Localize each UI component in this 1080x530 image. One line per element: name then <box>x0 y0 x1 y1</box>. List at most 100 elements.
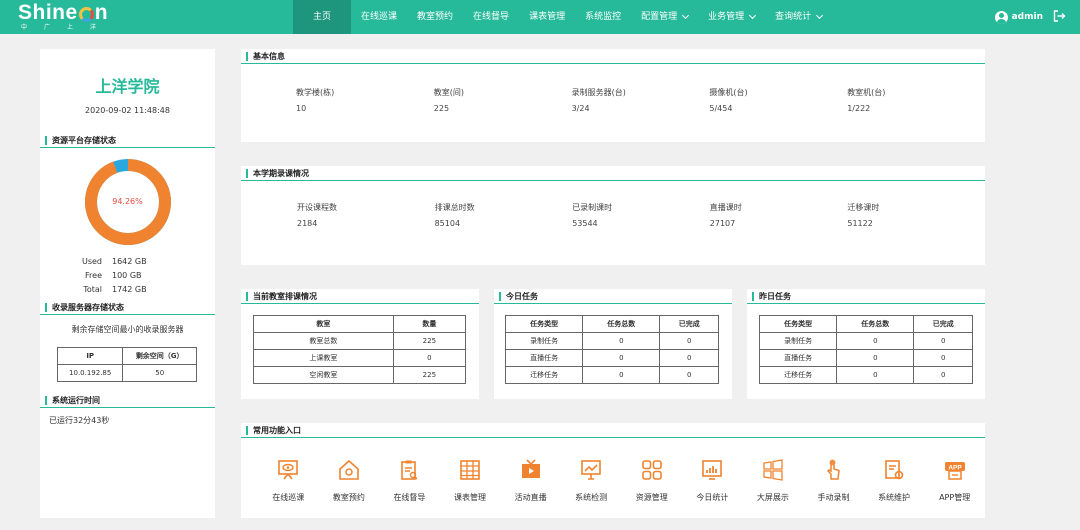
chevron-down-icon <box>749 11 757 20</box>
stat-value: 5/454 <box>709 104 733 113</box>
stat-label: 摄像机(台) <box>709 88 748 97</box>
table-cell: 空闲教室 <box>253 366 394 384</box>
function-entry-5[interactable]: 系统检测 <box>561 458 622 503</box>
nav-item-2[interactable]: 教室预约 <box>407 0 463 34</box>
nav-item-label: 查询统计 <box>775 12 812 22</box>
function-entry-11[interactable]: APP APP管理 <box>924 458 985 503</box>
table-cell: 录制任务 <box>758 332 838 350</box>
table-row: 录制任务 0 0 <box>758 332 973 350</box>
classroom-table: 教室 数量 教室总数 225 上课教室 0 空闲教室 225 <box>253 315 467 384</box>
column-header: IP <box>56 347 124 365</box>
nav-item-label: 系统监控 <box>585 12 622 22</box>
stat-value: 3/24 <box>571 104 590 113</box>
function-entry-2[interactable]: 在线督导 <box>379 458 440 503</box>
function-entry-6[interactable]: 资源管理 <box>621 458 682 503</box>
nav-item-1[interactable]: 在线巡课 <box>351 0 407 34</box>
basic-info-stats: 教学楼(栋) 10 教室(间) 225 录制服务器(台) 3/24 摄像机(台) 5/454 教… <box>241 87 985 113</box>
column-header: 任务类型 <box>504 315 584 333</box>
function-label: 教室预约 <box>332 493 365 502</box>
table-cell: 0 <box>582 332 661 350</box>
nav-item-5[interactable]: 系统监控 <box>575 0 631 34</box>
nav-item-4[interactable]: 课表管理 <box>519 0 575 34</box>
function-entry-10[interactable]: 系统维护 <box>864 458 925 503</box>
yesterday-tasks-title: 昨日任务 <box>747 289 985 304</box>
function-label: 大屏展示 <box>756 493 789 502</box>
nav-item-label: 业务管理 <box>708 12 745 22</box>
nav-item-8[interactable]: 查询统计 <box>765 0 832 34</box>
logo[interactable]: Shine n 中广上洋 <box>18 2 113 32</box>
house-icon <box>319 458 380 482</box>
storage-value: 100 GB <box>112 271 142 280</box>
function-entry-8[interactable]: 大屏展示 <box>743 458 804 503</box>
nav-item-label: 配置管理 <box>641 12 678 22</box>
recorder-header-row: IP 剩余空间（G） <box>56 347 197 365</box>
stat-value: 85104 <box>434 219 461 228</box>
table-cell: 0 <box>913 366 973 384</box>
table-row: 直播任务 0 0 <box>504 349 719 367</box>
donut-percent-label: 94.26% <box>112 197 143 206</box>
logout-icon[interactable] <box>1053 9 1066 25</box>
stat-label: 开设课程数 <box>297 203 337 212</box>
table-cell: 0 <box>913 349 973 367</box>
table-cell: 0 <box>836 366 915 384</box>
table-cell: 教室总数 <box>253 332 394 350</box>
function-entry-3[interactable]: 课表管理 <box>440 458 501 503</box>
nav-item-7[interactable]: 业务管理 <box>698 0 765 34</box>
column-header: 教室 <box>253 315 394 333</box>
top-nav-bar: Shine n 中广上洋 主页 在线巡课 教室预约 在线督导 课表管理 系统监控 配置管理 业务… <box>0 0 1080 34</box>
table-cell: 迁移任务 <box>758 366 838 384</box>
function-entry-9[interactable]: 手动录制 <box>803 458 864 503</box>
function-label: 系统检测 <box>575 493 608 502</box>
user-avatar-icon <box>994 10 1008 24</box>
function-entry-7[interactable]: 今日统计 <box>682 458 743 503</box>
nav-item-label: 教室预约 <box>417 12 454 22</box>
function-label: 在线巡课 <box>272 493 305 502</box>
table-cell: 0 <box>582 366 661 384</box>
function-entry-0[interactable]: 在线巡课 <box>258 458 319 503</box>
table-cell: 迁移任务 <box>504 366 584 384</box>
semester-title: 本学期录课情况 <box>241 166 985 181</box>
functions-title: 常用功能入口 <box>241 423 985 438</box>
current-datetime: 2020-09-02 11:48:48 <box>85 106 170 115</box>
table-cell: 50 <box>122 364 197 382</box>
nav-item-3[interactable]: 在线督导 <box>463 0 519 34</box>
table-row: 直播任务 0 0 <box>758 349 973 367</box>
stat-label: 教室(间) <box>433 88 465 97</box>
table-cell: 0 <box>913 332 973 350</box>
function-label: 活动直播 <box>514 493 547 502</box>
logo-text: Shine <box>18 1 78 24</box>
stat-value: 10 <box>296 104 307 113</box>
column-header: 已完成 <box>913 315 973 333</box>
function-label: 今日统计 <box>696 493 729 502</box>
semester-stat: 迁移课时 51122 <box>847 202 985 228</box>
function-entry-4[interactable]: 活动直播 <box>500 458 561 503</box>
user-menu[interactable]: admin <box>994 0 1066 34</box>
table-cell: 0 <box>659 332 719 350</box>
table-row: 录制任务 0 0 <box>504 332 719 350</box>
hand-pointer-icon <box>803 458 864 482</box>
stat-value: 27107 <box>709 219 736 228</box>
nav-item-label: 课表管理 <box>529 12 566 22</box>
chevron-down-icon <box>682 11 690 20</box>
table-cell: 225 <box>392 366 467 384</box>
nav-item-6[interactable]: 配置管理 <box>631 0 698 34</box>
stat-value: 51122 <box>847 219 873 228</box>
nav-item-label: 在线巡课 <box>361 12 398 22</box>
storage-value: 1642 GB <box>112 257 147 266</box>
uptime-section-title: 系统运行时间 <box>40 393 215 408</box>
storage-key: Free <box>85 271 102 280</box>
table-cell: 0 <box>836 332 915 350</box>
today-tasks-panel: 今日任务 任务类型 任务总数 已完成 录制任务 0 0 直播任务 0 0 迁移任务 0 0 <box>494 289 732 399</box>
storage-key: Total <box>83 285 102 294</box>
stat-value: 1/222 <box>847 104 871 113</box>
table-row: 迁移任务 0 0 <box>504 366 719 384</box>
nav-item-label: 在线督导 <box>473 12 510 22</box>
yesterday-header-row: 任务类型 任务总数 已完成 <box>758 315 973 333</box>
function-entry-1[interactable]: 教室预约 <box>319 458 380 503</box>
classroom-header-row: 教室 数量 <box>253 315 467 333</box>
today-tasks-table: 任务类型 任务总数 已完成 录制任务 0 0 直播任务 0 0 迁移任务 0 0 <box>504 315 719 384</box>
nav-item-0[interactable]: 主页 <box>293 0 352 34</box>
logo-subtitle: 中广上洋 <box>21 24 114 31</box>
storage-donut-chart: 94.26% <box>83 157 173 247</box>
storage-value: 1742 GB <box>112 285 147 294</box>
